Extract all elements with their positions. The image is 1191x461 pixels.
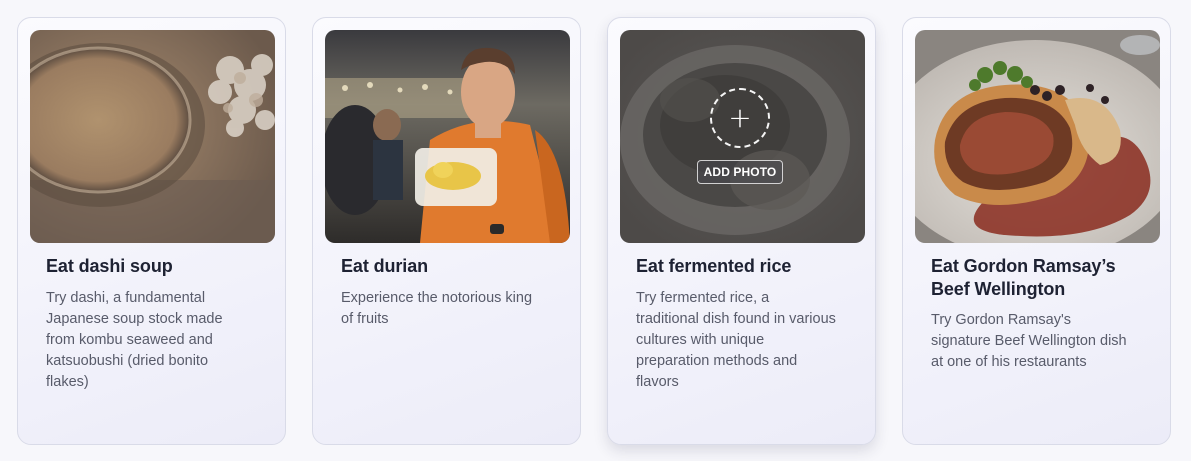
card-title: Eat fermented rice bbox=[636, 256, 792, 276]
plus-icon: + bbox=[728, 101, 752, 134]
add-photo-label[interactable]: ADD PHOTO bbox=[697, 160, 783, 184]
card-description: Try Gordon Ramsay's signature Beef Welli… bbox=[931, 312, 1127, 370]
bucket-card-durian[interactable]: Eat durian Experience the notorious king… bbox=[312, 17, 581, 445]
beef-wellington-photo bbox=[915, 30, 1160, 243]
card-description: Experience the notorious king of fruits bbox=[341, 290, 533, 327]
card-description: Try dashi, a fundamental Japanese soup s… bbox=[46, 290, 223, 390]
card-title: Eat dashi soup bbox=[46, 256, 173, 276]
card-title: Eat durian bbox=[341, 256, 429, 276]
card-title: Eat Gordon Ramsay’s Beef Wellington bbox=[931, 256, 1116, 299]
add-photo-overlay[interactable]: + ADD PHOTO bbox=[620, 30, 865, 243]
bucket-card-dashi-soup[interactable]: Eat dashi soup Try dashi, a fundamental … bbox=[17, 17, 286, 445]
dashi-soup-photo bbox=[30, 30, 275, 243]
durian-photo bbox=[325, 30, 570, 243]
fermented-rice-photo-placeholder[interactable]: + ADD PHOTO bbox=[620, 30, 865, 243]
bucket-card-fermented-rice[interactable]: + ADD PHOTO Eat fermented rice Try ferme… bbox=[607, 17, 876, 445]
bucket-card-beef-wellington[interactable]: Eat Gordon Ramsay’s Beef Wellington Try … bbox=[902, 17, 1171, 445]
card-description: Try fermented rice, a traditional dish f… bbox=[636, 290, 836, 390]
add-photo-button[interactable]: + bbox=[710, 88, 770, 148]
